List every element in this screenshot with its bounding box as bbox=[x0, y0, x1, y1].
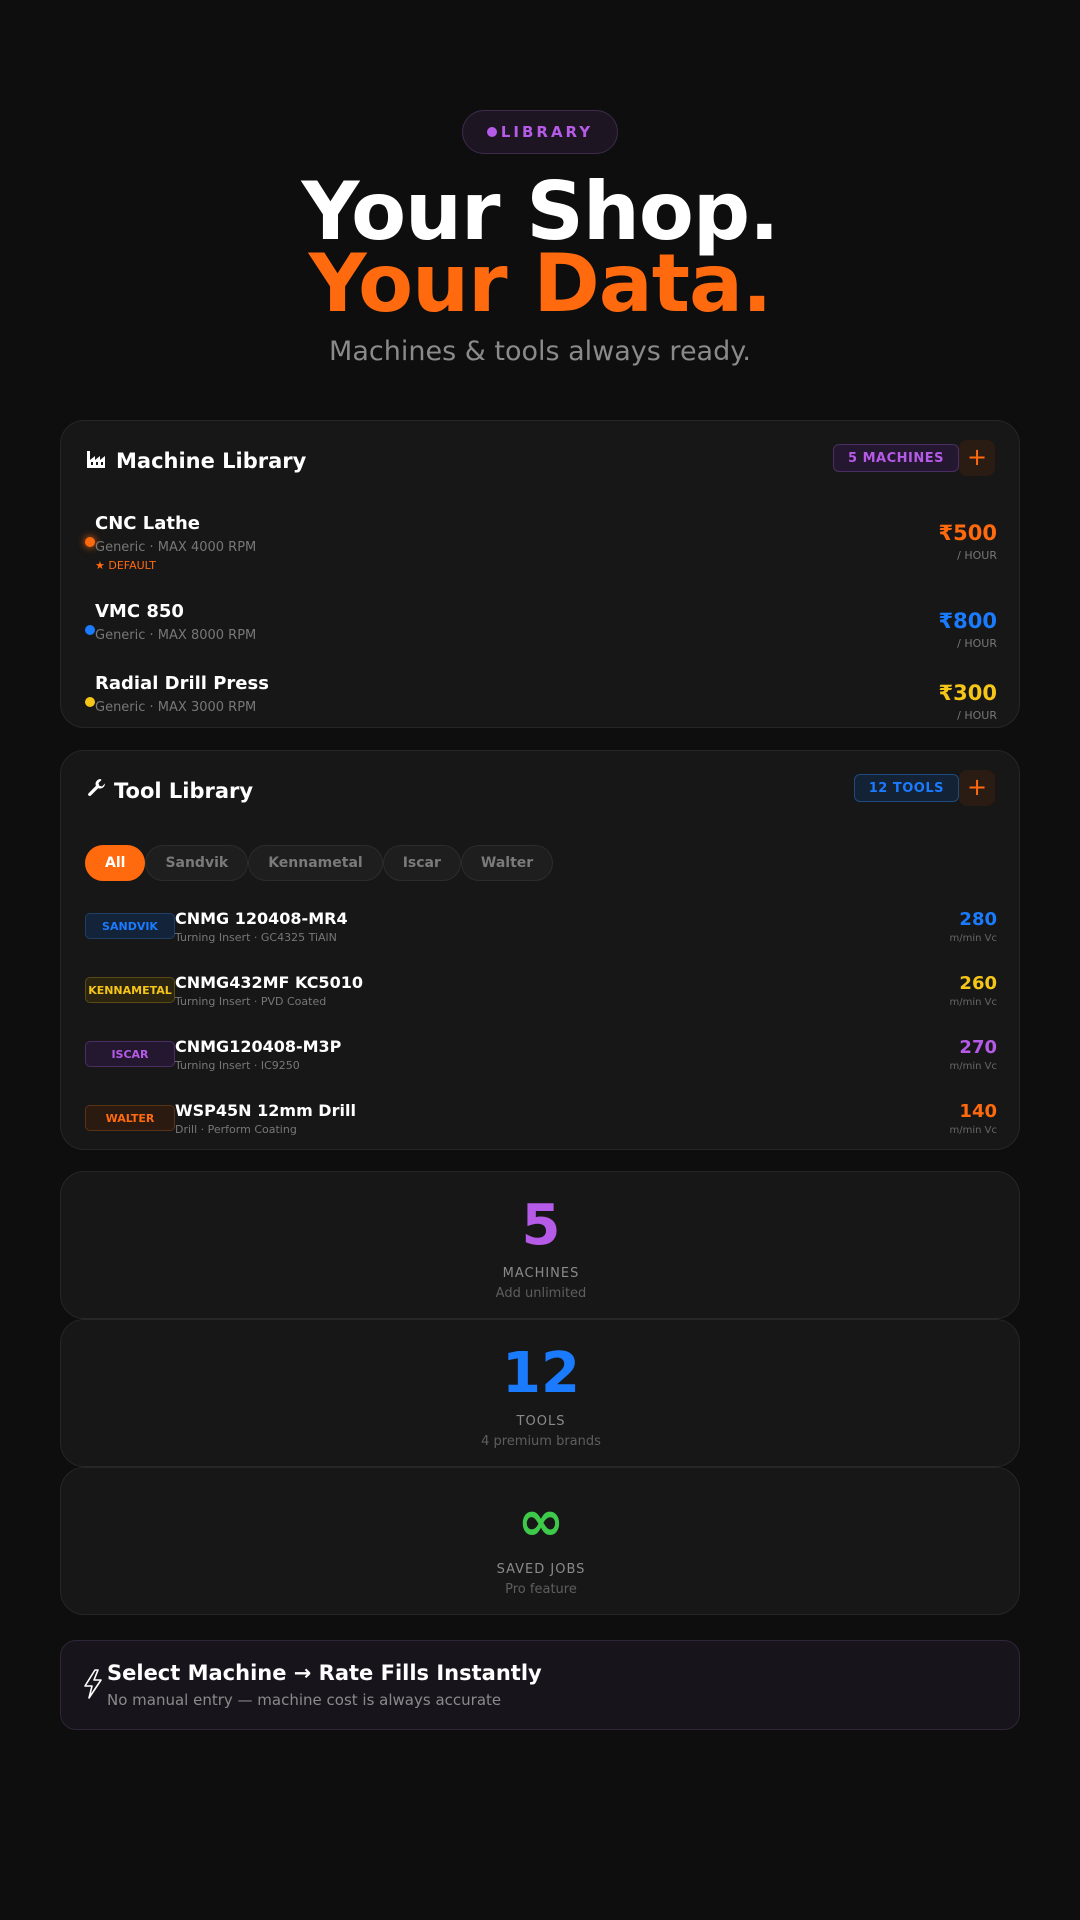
hero-title-line-2: Your Data. bbox=[308, 237, 773, 330]
add-tool-button[interactable]: + bbox=[959, 770, 995, 806]
stat-label: TOOLS bbox=[516, 1414, 566, 1429]
wrench-icon bbox=[86, 777, 108, 804]
machine-library-header: Machine Library bbox=[86, 447, 306, 474]
machine-status-dot bbox=[85, 697, 95, 707]
machine-rate: ₹500 bbox=[938, 521, 997, 545]
cutting-speed-unit: m/min Vc bbox=[949, 1125, 998, 1136]
callout-title: Select Machine → Rate Fills Instantly bbox=[107, 1661, 542, 1685]
machine-rate-unit: / HOUR bbox=[957, 637, 997, 650]
tool-name: WSP45N 12mm Drill bbox=[175, 1101, 356, 1120]
filter-chip-sandvik[interactable]: Sandvik bbox=[145, 845, 249, 881]
tool-count-badge: 12 TOOLS bbox=[853, 774, 959, 802]
tool-library-title: Tool Library bbox=[114, 778, 254, 803]
cutting-speed: 260 bbox=[959, 973, 997, 994]
machine-spec: Generic · MAX 3000 RPM bbox=[95, 700, 257, 715]
brand-tag: KENNAMETAL bbox=[85, 977, 175, 1003]
brand-tag: ISCAR bbox=[85, 1041, 175, 1067]
brand-tag: WALTER bbox=[85, 1105, 175, 1131]
filter-chip-iscar[interactable]: Iscar bbox=[382, 845, 461, 881]
cutting-speed-unit: m/min Vc bbox=[949, 933, 998, 944]
machine-library-card: Machine Library 5 MACHINES + CNC Lathe G… bbox=[60, 420, 1020, 728]
brand-filter-chips: All Sandvik Kennametal Iscar Walter bbox=[85, 845, 554, 881]
tool-row[interactable]: KENNAMETAL CNMG432MF KC5010 Turning Inse… bbox=[61, 968, 1021, 1012]
rate-autofill-callout: Select Machine → Rate Fills Instantly No… bbox=[60, 1640, 1020, 1730]
tool-spec: Turning Insert · GC4325 TiAlN bbox=[175, 931, 337, 944]
machine-spec: Generic · MAX 8000 RPM bbox=[95, 628, 257, 643]
machine-name: CNC Lathe bbox=[95, 513, 200, 534]
tool-library-header: Tool Library bbox=[86, 777, 253, 804]
add-machine-button[interactable]: + bbox=[959, 440, 995, 476]
machine-spec: Generic · MAX 4000 RPM bbox=[95, 540, 257, 555]
callout-subtitle: No manual entry — machine cost is always… bbox=[107, 1691, 502, 1709]
machine-rate: ₹800 bbox=[938, 609, 997, 633]
library-pill: LIBRARY bbox=[462, 110, 618, 154]
stat-card-saved-jobs: ∞ SAVED JOBS Pro feature bbox=[60, 1467, 1020, 1615]
machine-rate-unit: / HOUR bbox=[957, 709, 997, 722]
pill-dot bbox=[486, 127, 497, 137]
cutting-speed-unit: m/min Vc bbox=[949, 1061, 998, 1072]
machine-name: VMC 850 bbox=[95, 601, 184, 622]
hero-subtitle: Machines & tools always ready. bbox=[329, 336, 751, 367]
stat-card-machines: 5 MACHINES Add unlimited bbox=[60, 1171, 1020, 1319]
tool-spec: Turning Insert · PVD Coated bbox=[175, 995, 327, 1008]
tool-spec: Drill · Perform Coating bbox=[175, 1123, 297, 1136]
stat-caption: 4 premium brands bbox=[481, 1434, 601, 1449]
machine-row[interactable]: VMC 850 Generic · MAX 8000 RPM ₹800 / HO… bbox=[61, 601, 1021, 671]
tool-spec: Turning Insert · IC9250 bbox=[175, 1059, 300, 1072]
stat-card-tools: 12 TOOLS 4 premium brands bbox=[60, 1319, 1020, 1467]
stat-value: 5 bbox=[521, 1193, 561, 1258]
machine-row[interactable]: Radial Drill Press Generic · MAX 3000 RP… bbox=[61, 673, 1021, 743]
machine-name: Radial Drill Press bbox=[95, 673, 269, 694]
tool-name: CNMG 120408-MR4 bbox=[175, 909, 348, 928]
cutting-speed: 270 bbox=[959, 1037, 997, 1058]
machine-status-dot bbox=[85, 537, 95, 547]
factory-icon bbox=[86, 447, 110, 474]
machine-row[interactable]: CNC Lathe Generic · MAX 4000 RPM ★ DEFAU… bbox=[61, 513, 1021, 583]
tool-name: CNMG120408-M3P bbox=[175, 1037, 342, 1056]
infinity-icon: ∞ bbox=[517, 1489, 565, 1554]
tool-library-card: Tool Library 12 TOOLS + All Sandvik Kenn… bbox=[60, 750, 1020, 1150]
filter-chip-walter[interactable]: Walter bbox=[460, 845, 554, 881]
stat-label: SAVED JOBS bbox=[496, 1562, 586, 1577]
stat-caption: Pro feature bbox=[505, 1582, 577, 1597]
stat-label: MACHINES bbox=[502, 1266, 580, 1281]
tool-row[interactable]: ISCAR CNMG120408-M3P Turning Insert · IC… bbox=[61, 1032, 1021, 1076]
library-page: LIBRARY Your Shop. Your Data. Machines &… bbox=[0, 0, 1080, 1920]
machine-count-badge: 5 MACHINES bbox=[833, 444, 959, 472]
tool-name: CNMG432MF KC5010 bbox=[175, 973, 363, 992]
machine-status-dot bbox=[85, 625, 95, 635]
stat-value: 12 bbox=[502, 1341, 580, 1406]
machine-rate: ₹300 bbox=[938, 681, 997, 705]
tool-row[interactable]: WALTER WSP45N 12mm Drill Drill · Perform… bbox=[61, 1096, 1021, 1140]
filter-chip-all[interactable]: All bbox=[85, 845, 146, 881]
lightning-icon bbox=[83, 1669, 103, 1706]
machine-library-title: Machine Library bbox=[116, 448, 307, 473]
machine-rate-unit: / HOUR bbox=[957, 549, 997, 562]
cutting-speed-unit: m/min Vc bbox=[949, 997, 998, 1008]
filter-chip-kennametal[interactable]: Kennametal bbox=[248, 845, 383, 881]
pill-label: LIBRARY bbox=[500, 123, 594, 141]
default-badge: ★ DEFAULT bbox=[95, 559, 157, 572]
tool-row[interactable]: SANDVIK CNMG 120408-MR4 Turning Insert ·… bbox=[61, 904, 1021, 948]
cutting-speed: 280 bbox=[959, 909, 997, 930]
cutting-speed: 140 bbox=[959, 1101, 997, 1122]
stat-caption: Add unlimited bbox=[495, 1286, 587, 1301]
brand-tag: SANDVIK bbox=[85, 913, 175, 939]
